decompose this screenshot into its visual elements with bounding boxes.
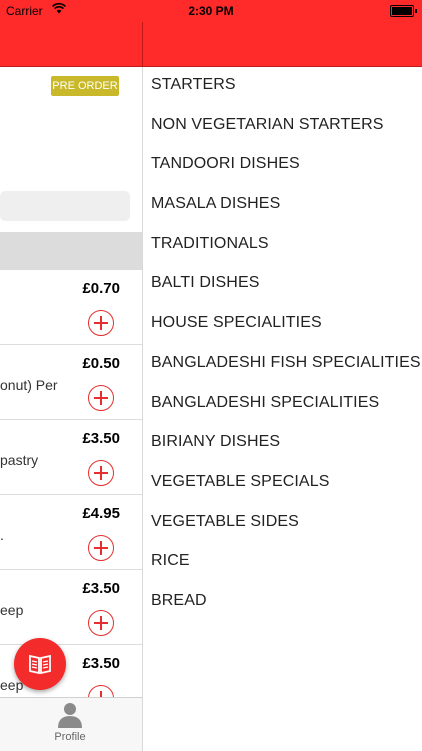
item-description: eep [0, 602, 24, 618]
item-price: £0.70 [82, 280, 120, 297]
tab-bar: Profile [0, 697, 143, 751]
plus-circle-icon[interactable] [88, 460, 114, 486]
item-description: pastry [0, 452, 39, 468]
menu-item-tandoori-dishes[interactable]: TANDOORI DISHES [143, 146, 422, 186]
plus-circle-icon[interactable] [88, 385, 114, 411]
menu-item-non-vegetarian-starters[interactable]: NON VEGETARIAN STARTERS [143, 107, 422, 147]
list-item[interactable]: £3.50 eep [0, 570, 142, 645]
category-header [0, 232, 142, 270]
nav-bar [0, 22, 422, 67]
preorder-badge[interactable]: PRE ORDER [51, 76, 119, 96]
item-description: . [0, 527, 4, 543]
menu-items-pane: PRE ORDER £0.70 £0.50 onut) Per £3.50 pa… [0, 67, 143, 697]
menu-item-biriany-dishes[interactable]: BIRIANY DISHES [143, 424, 422, 464]
nav-divider [142, 22, 143, 66]
menu-item-bangladeshi-fish-specialities[interactable]: BANGLADESHI FISH SPECIALITIES [143, 345, 422, 385]
menu-fab-button[interactable] [14, 638, 66, 690]
item-price: £3.50 [82, 430, 120, 447]
menu-item-vegetable-sides[interactable]: VEGETABLE SIDES [143, 504, 422, 544]
clock-label: 2:30 PM [188, 4, 234, 18]
item-price: £3.50 [82, 655, 120, 672]
battery-icon [390, 5, 417, 17]
menu-item-starters[interactable]: STARTERS [143, 67, 422, 107]
menu-item-house-specialities[interactable]: HOUSE SPECIALITIES [143, 305, 422, 345]
plus-circle-icon[interactable] [88, 685, 114, 697]
search-input[interactable] [0, 191, 130, 221]
list-item[interactable]: £0.70 [0, 270, 142, 345]
menu-item-balti-dishes[interactable]: BALTI DISHES [143, 265, 422, 305]
item-price: £0.50 [82, 355, 120, 372]
menu-item-rice[interactable]: RICE [143, 543, 422, 583]
menu-item-bread[interactable]: BREAD [143, 583, 422, 623]
plus-circle-icon[interactable] [88, 535, 114, 561]
category-drawer: STARTERS NON VEGETARIAN STARTERS TANDOOR… [143, 67, 422, 750]
tab-profile[interactable]: Profile [40, 698, 100, 751]
menu-item-masala-dishes[interactable]: MASALA DISHES [143, 186, 422, 226]
item-price: £4.95 [82, 505, 120, 522]
menu-item-vegetable-specials[interactable]: VEGETABLE SPECIALS [143, 464, 422, 504]
plus-circle-icon[interactable] [88, 610, 114, 636]
list-item[interactable]: £4.95 . [0, 495, 142, 570]
item-price: £3.50 [82, 580, 120, 597]
plus-circle-icon[interactable] [88, 310, 114, 336]
item-description: onut) Per [0, 377, 58, 393]
list-item[interactable]: £0.50 onut) Per [0, 345, 142, 420]
menu-item-traditionals[interactable]: TRADITIONALS [143, 226, 422, 266]
list-item[interactable]: £3.50 pastry [0, 420, 142, 495]
item-list: £0.70 £0.50 onut) Per £3.50 pastry £4.95… [0, 270, 142, 697]
status-bar: Carrier 2:30 PM [0, 0, 422, 22]
tab-profile-label: Profile [54, 731, 86, 743]
menu-item-bangladeshi-specialities[interactable]: BANGLADESHI SPECIALITIES [143, 385, 422, 425]
